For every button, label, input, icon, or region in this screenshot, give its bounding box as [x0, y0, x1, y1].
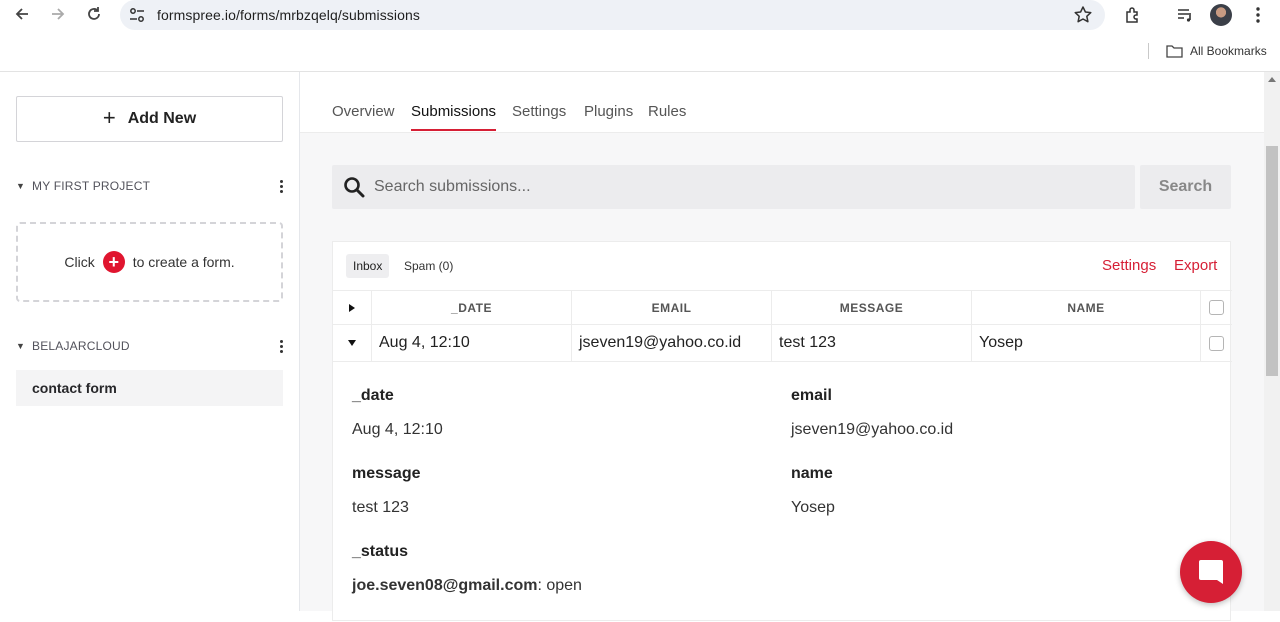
column-header-email[interactable]: EMAIL — [572, 291, 772, 324]
search-input[interactable] — [374, 165, 1124, 209]
column-header-date[interactable]: _DATE — [372, 291, 572, 324]
project-name: BELAJARCLOUD — [32, 339, 130, 353]
forward-arrow-icon[interactable] — [47, 3, 69, 25]
main-content: Overview Submissions Settings Plugins Ru… — [300, 72, 1264, 621]
project-menu-icon[interactable] — [276, 179, 286, 193]
detail-email-value: jseven19@yahoo.co.id — [791, 421, 954, 438]
bookmarks-separator — [1148, 43, 1149, 59]
chat-widget-button[interactable] — [1180, 541, 1242, 603]
export-link[interactable]: Export — [1174, 257, 1217, 274]
scroll-up-arrow-icon[interactable] — [1268, 77, 1276, 82]
tab-settings[interactable]: Settings — [512, 103, 566, 131]
add-new-button[interactable]: + Add New — [16, 96, 283, 142]
detail-status-line: joe.seven08@gmail.com: open — [352, 577, 582, 595]
tab-overview[interactable]: Overview — [332, 103, 395, 131]
all-bookmarks-label: All Bookmarks — [1190, 44, 1267, 58]
cell-email: jseven19@yahoo.co.id — [572, 325, 772, 361]
project-name: MY FIRST PROJECT — [32, 179, 151, 193]
page: + Add New ▼ MY FIRST PROJECT Click + to … — [0, 72, 1280, 621]
site-settings-icon[interactable] — [128, 6, 146, 24]
column-header-message[interactable]: MESSAGE — [772, 291, 972, 324]
empty-suffix: to create a form. — [132, 254, 235, 270]
empty-prefix: Click — [64, 254, 95, 270]
expand-all-icon[interactable] — [333, 291, 372, 324]
status-user: joe.seven08@gmail.com — [352, 577, 538, 594]
column-header-name[interactable]: NAME — [972, 291, 1201, 324]
table-header: _DATE EMAIL MESSAGE NAME — [333, 290, 1232, 325]
submission-detail: _date Aug 4, 12:10 email jseven19@yahoo.… — [333, 362, 1232, 622]
all-bookmarks[interactable]: All Bookmarks — [1166, 42, 1267, 60]
caret-down-icon: ▼ — [16, 181, 26, 191]
detail-date-label: _date — [352, 387, 394, 404]
tab-plugins[interactable]: Plugins — [584, 103, 633, 131]
extensions-puzzle-icon[interactable] — [1122, 4, 1144, 26]
sidebar-item-contact-form[interactable]: contact form — [16, 370, 283, 406]
create-form-plus-icon[interactable]: + — [102, 251, 125, 273]
table-row[interactable]: Aug 4, 12:10 jseven19@yahoo.co.id test 1… — [333, 325, 1232, 362]
detail-message-value: test 123 — [352, 499, 409, 516]
cell-message: test 123 — [772, 325, 972, 361]
media-playlist-icon[interactable] — [1174, 4, 1196, 26]
address-bar[interactable]: formspree.io/forms/mrbzqelq/submissions — [120, 0, 1105, 30]
project-header-belajarcloud[interactable]: ▼ BELAJARCLOUD — [16, 338, 286, 354]
tab-rules[interactable]: Rules — [648, 103, 686, 131]
card-settings-link[interactable]: Settings — [1102, 257, 1156, 274]
detail-email-label: email — [791, 387, 832, 404]
inbox-filter[interactable]: Inbox — [346, 254, 390, 278]
sidebar: + Add New ▼ MY FIRST PROJECT Click + to … — [0, 72, 300, 611]
back-arrow-icon[interactable] — [11, 3, 33, 25]
detail-date-value: Aug 4, 12:10 — [352, 421, 443, 438]
select-all-checkbox[interactable] — [1201, 291, 1232, 324]
plus-icon: + — [102, 105, 116, 130]
detail-name-label: name — [791, 465, 833, 482]
search-button[interactable]: Search — [1140, 165, 1231, 209]
tabs-bar: Overview Submissions Settings Plugins Ru… — [300, 72, 1264, 133]
folder-icon — [1166, 45, 1183, 58]
row-checkbox[interactable] — [1201, 325, 1232, 361]
chat-bubble-icon — [1199, 560, 1223, 584]
page-scrollbar[interactable] — [1264, 72, 1280, 611]
reload-icon[interactable] — [83, 3, 105, 25]
search-box — [332, 165, 1135, 209]
project-header-my-first-project[interactable]: ▼ MY FIRST PROJECT — [16, 178, 286, 194]
detail-name-value: Yosep — [791, 499, 835, 516]
tab-submissions[interactable]: Submissions — [411, 103, 497, 131]
scrollbar-thumb[interactable] — [1266, 146, 1278, 376]
profile-avatar[interactable] — [1210, 4, 1232, 26]
url-text[interactable]: formspree.io/forms/mrbzqelq/submissions — [157, 7, 420, 23]
add-new-label: Add New — [127, 110, 197, 127]
detail-message-label: message — [352, 465, 421, 482]
cell-date: Aug 4, 12:10 — [372, 325, 572, 361]
search-icon — [343, 176, 365, 198]
browser-menu-icon[interactable] — [1247, 4, 1269, 26]
spam-filter[interactable]: Spam (0) — [404, 254, 453, 278]
project-menu-icon[interactable] — [276, 339, 286, 353]
cell-name: Yosep — [972, 325, 1201, 361]
caret-down-icon: ▼ — [16, 341, 26, 351]
create-form-placeholder: Click + to create a form. — [16, 222, 283, 302]
status-value: : open — [537, 577, 582, 594]
collapse-row-icon[interactable] — [333, 325, 372, 361]
bookmark-star-icon[interactable] — [1073, 5, 1093, 25]
browser-toolbar: formspree.io/forms/mrbzqelq/submissions … — [0, 0, 1280, 72]
submissions-card: Inbox Spam (0) Settings Export _DATE EMA… — [332, 241, 1232, 622]
detail-status-label: _status — [352, 543, 409, 560]
